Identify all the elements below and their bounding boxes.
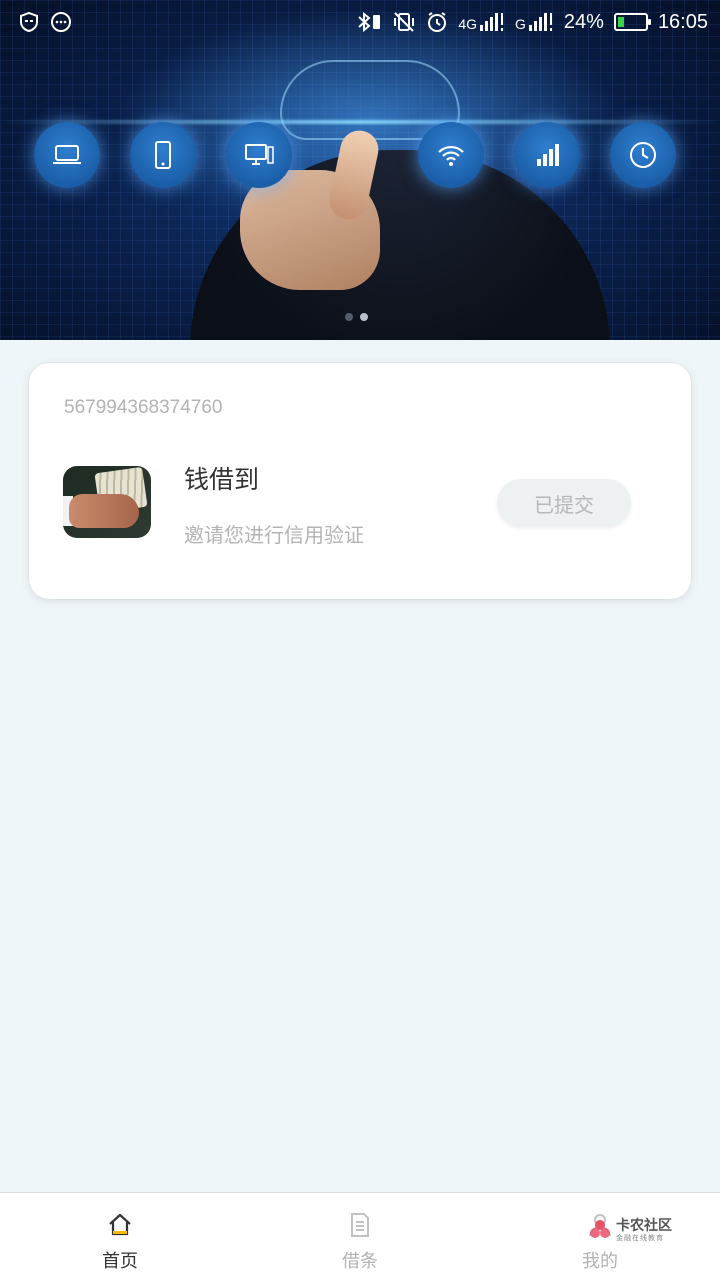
carrier2-label: G <box>515 16 526 32</box>
tab-iou-label: 借条 <box>342 1251 378 1272</box>
shield-icon <box>18 11 40 33</box>
tab-profile-label: 我的 <box>582 1251 618 1272</box>
status-bar: 4G G 24% 16:05 <box>0 0 720 44</box>
hero-banner[interactable] <box>0 0 720 340</box>
laptop-icon <box>34 122 100 188</box>
carousel-dot-active[interactable] <box>360 313 368 321</box>
cell-signal-2-icon <box>528 12 554 32</box>
battery-icon <box>613 13 651 31</box>
clock-time: 16:05 <box>657 10 708 33</box>
network-type-label: 4G <box>458 16 478 32</box>
desktop-icon <box>226 122 292 188</box>
watermark-sub-text: 金融在线教育 <box>616 1233 664 1242</box>
home-icon <box>106 1211 134 1239</box>
handshake-graphic <box>69 494 139 528</box>
credit-invite-card[interactable]: 567994368374760 钱借到 邀请您进行信用验证 已提交 <box>29 363 691 599</box>
more-icon <box>50 11 72 33</box>
submitted-button[interactable]: 已提交 <box>497 479 631 527</box>
cell-signal-icon <box>479 12 505 32</box>
card-subtitle: 邀请您进行信用验证 <box>184 523 364 547</box>
carousel-indicator[interactable] <box>345 313 368 321</box>
battery-percent: 24% <box>563 10 604 33</box>
tab-iou[interactable]: 借条 <box>240 1193 480 1280</box>
bluetooth-icon <box>356 11 382 33</box>
clock-icon <box>610 122 676 188</box>
battery-level <box>617 17 625 27</box>
alarm-icon <box>426 11 448 33</box>
tab-home-label: 首页 <box>102 1251 138 1272</box>
watermark-logo-icon <box>588 1218 612 1242</box>
card-title: 钱借到 <box>184 465 260 494</box>
phone-icon <box>130 122 196 188</box>
watermark: 卡农社区 金融在线教育 <box>588 1210 688 1250</box>
tab-home[interactable]: 首页 <box>0 1193 240 1280</box>
app-logo-image <box>63 466 151 538</box>
document-icon <box>346 1211 374 1239</box>
signal-icon <box>514 122 580 188</box>
card-id-number: 567994368374760 <box>64 397 223 418</box>
carousel-dot[interactable] <box>345 313 353 321</box>
wifi-icon <box>418 122 484 188</box>
watermark-main-text: 卡农社区 <box>616 1217 672 1234</box>
vibrate-icon <box>392 11 416 33</box>
